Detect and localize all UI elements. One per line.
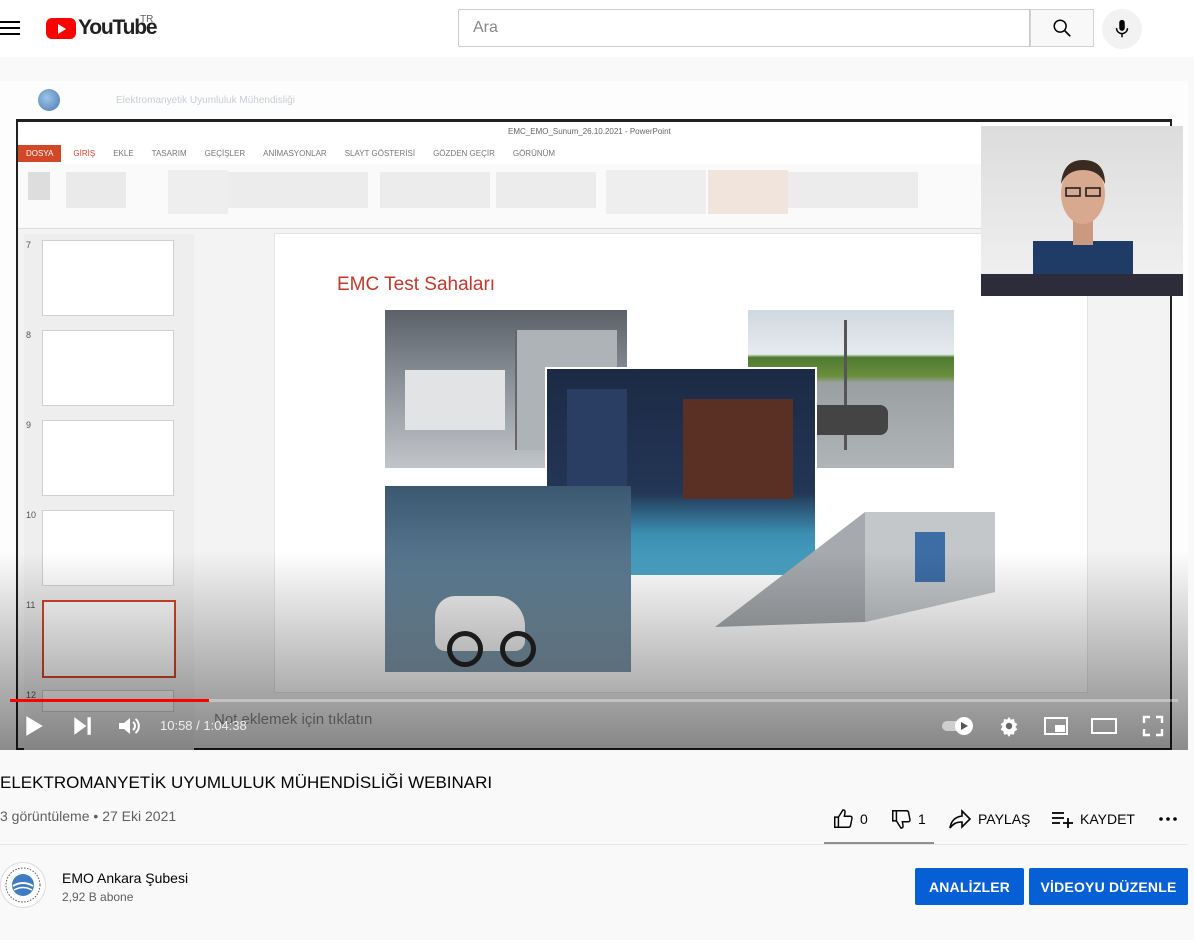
country-code: TR xyxy=(140,14,154,25)
slide-thumbnail xyxy=(42,330,174,406)
webcam-bar xyxy=(981,274,1183,296)
ppt-tab-8: GÖRÜNÜM xyxy=(512,148,556,158)
share-icon xyxy=(949,809,972,829)
theater-button[interactable] xyxy=(1088,712,1120,740)
slide-number: 9 xyxy=(26,420,32,430)
like-count: 0 xyxy=(860,811,868,827)
ppt-tab-2: EKLE xyxy=(113,148,134,158)
ppt-tab-0: DOSYA xyxy=(18,144,62,162)
volume-icon xyxy=(119,718,140,734)
emo-logo-icon xyxy=(5,867,41,903)
search-box xyxy=(458,9,1030,47)
play-icon xyxy=(26,716,43,736)
save-label: KAYDET xyxy=(1080,811,1135,827)
dislike-count: 1 xyxy=(918,811,926,827)
video-player[interactable]: Elektromanyetik Uyumluluk Mühendisliği E… xyxy=(0,81,1188,750)
slide-number: 8 xyxy=(26,330,32,340)
settings-button[interactable] xyxy=(994,712,1024,740)
slide-title: EMC Test Sahaları xyxy=(337,274,496,295)
theater-icon xyxy=(1091,718,1117,734)
ppt-tab-4: GEÇİŞLER xyxy=(204,148,246,158)
progress-bar[interactable] xyxy=(10,699,1178,702)
voice-search-button[interactable] xyxy=(1102,9,1142,49)
ppt-window-title: EMC_EMO_Sunum_26.10.2021 - PowerPoint xyxy=(508,127,671,136)
miniplayer-button[interactable] xyxy=(1040,712,1072,740)
settings-icon xyxy=(1000,716,1018,737)
dislike-button[interactable]: 1 xyxy=(890,808,926,830)
edit-video-button[interactable]: VİDEOYU DÜZENLE xyxy=(1029,868,1188,905)
video-meta: 3 görüntüleme • 27 Eki 2021 xyxy=(0,808,176,824)
save-icon xyxy=(1052,812,1073,828)
save-button[interactable]: KAYDET xyxy=(1050,808,1135,830)
analytics-button[interactable]: ANALİZLER xyxy=(915,868,1024,905)
mic-icon xyxy=(1115,19,1129,38)
youtube-logo-icon xyxy=(46,17,76,39)
emo-header: Elektromanyetik Uyumluluk Mühendisliği xyxy=(38,89,295,111)
share-button[interactable]: PAYLAŞ xyxy=(948,808,1030,830)
next-button[interactable] xyxy=(68,712,96,740)
like-button[interactable]: 0 xyxy=(832,808,868,830)
video-title: ELEKTROMANYETİK UYUMLULUK MÜHENDİSLİĞİ W… xyxy=(0,773,493,792)
next-icon xyxy=(74,717,91,735)
ppt-tab-3: TASARIM xyxy=(151,148,187,158)
menu-icon[interactable] xyxy=(0,18,20,38)
upload-date: 27 Eki 2021 xyxy=(102,808,177,824)
ppt-tab-7: GÖZDEN GEÇİR xyxy=(433,148,495,158)
ppt-tab-6: SLAYT GÖSTERİSİ xyxy=(344,148,416,158)
emo-org-title: Elektromanyetik Uyumluluk Mühendisliği xyxy=(116,94,295,106)
progress-played xyxy=(10,699,209,702)
slide-number: 10 xyxy=(26,510,37,520)
more-actions-button[interactable] xyxy=(1156,808,1180,830)
meta-separator: • xyxy=(93,808,99,824)
search-button[interactable] xyxy=(1030,9,1094,47)
subscriber-count: 2,92 B abone xyxy=(62,890,134,904)
divider xyxy=(0,844,1188,845)
time-display: 10:58 / 1:04:38 xyxy=(160,718,247,733)
volume-button[interactable] xyxy=(114,712,144,740)
youtube-logo[interactable]: YouTube TR xyxy=(46,14,158,40)
play-button[interactable] xyxy=(20,712,48,740)
autoplay-toggle[interactable] xyxy=(938,712,978,740)
view-count: 3 görüntüleme xyxy=(0,808,90,824)
masthead: YouTube TR xyxy=(0,0,1194,57)
slide-thumbnail xyxy=(42,420,174,496)
miniplayer-icon xyxy=(1044,717,1068,735)
share-label: PAYLAŞ xyxy=(978,811,1031,827)
webcam-overlay xyxy=(981,126,1183,296)
slide-thumbnail xyxy=(42,240,174,316)
presenter-image xyxy=(1033,160,1133,276)
ppt-tab-5: ANİMASYONLAR xyxy=(263,148,327,158)
fullscreen-icon xyxy=(1142,715,1164,737)
slide-number: 7 xyxy=(26,240,32,250)
search-icon xyxy=(1053,19,1071,37)
search-input[interactable] xyxy=(471,10,1015,46)
more-icon xyxy=(1159,817,1177,821)
emo-logo-icon xyxy=(38,89,60,111)
channel-name[interactable]: EMO Ankara Şubesi xyxy=(62,870,188,886)
autoplay-toggle-icon xyxy=(942,717,973,735)
like-icon xyxy=(834,809,853,828)
dislike-icon xyxy=(892,810,911,829)
fullscreen-button[interactable] xyxy=(1138,712,1168,740)
ppt-tab-1: GİRİŞ xyxy=(73,148,96,158)
channel-avatar[interactable] xyxy=(0,862,46,908)
